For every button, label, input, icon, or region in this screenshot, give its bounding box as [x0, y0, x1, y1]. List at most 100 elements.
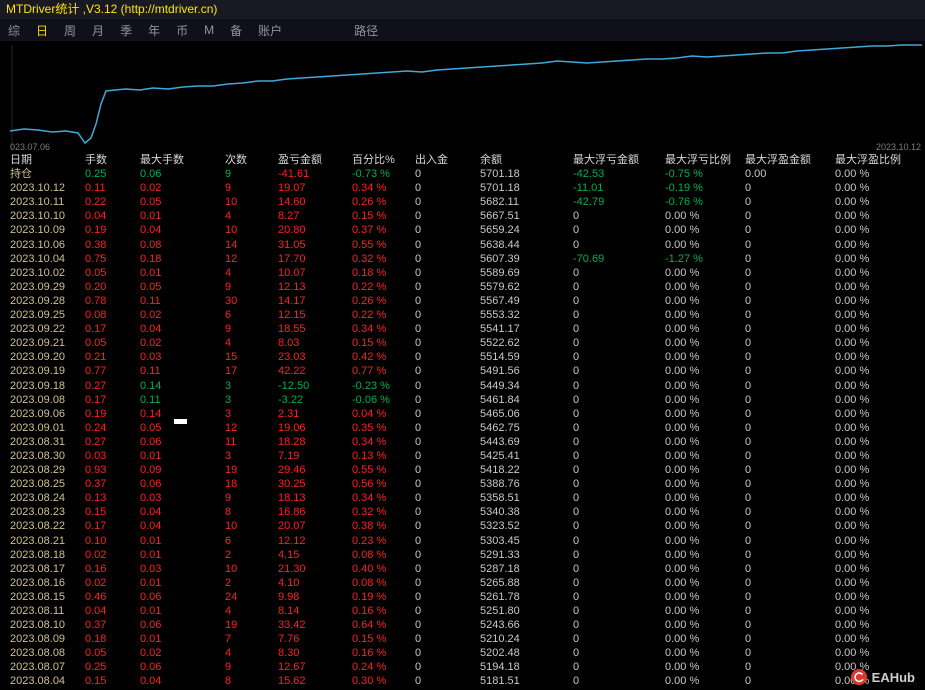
table-cell: 0.00	[745, 168, 767, 181]
table-cell: 0	[745, 633, 752, 646]
table-row[interactable]: 2023.10.06 0.38 0.08 14 31.05 0.55 % 0 5638.44 0…	[0, 238, 925, 252]
table-row[interactable]: 2023.10.02 0.05 0.01 4 10.07 0.18 % 0 5589.69 0 0…	[0, 266, 925, 280]
table-cell: 0	[745, 421, 752, 434]
table-row[interactable]: 2023.08.30 0.03 0.01 3 7.19 0.13 % 0 5425.41 0 0.…	[0, 449, 925, 463]
table-cell: 0	[415, 534, 422, 547]
table-row[interactable]: 2023.08.21 0.10 0.01 6 12.12 0.23 % 0 5303.45 0 0…	[0, 534, 925, 548]
menu-item-week[interactable]: 周	[56, 22, 84, 39]
table-cell: 12.13	[278, 280, 306, 293]
table-row[interactable]: 2023.09.18 0.27 0.14 3 -12.50 -0.23 % 0 5449.34…	[0, 379, 925, 393]
menu-item-currency[interactable]: 币	[168, 22, 196, 39]
menu-item-year[interactable]: 年	[140, 22, 168, 39]
table-cell: 0.34 %	[352, 182, 387, 195]
table-cell: 10	[225, 520, 238, 533]
table-cell: 0	[745, 337, 752, 350]
table-cell: -1.27 %	[665, 252, 703, 265]
table-cell: 0.34 %	[352, 435, 387, 448]
menu-item-day[interactable]: 日	[28, 22, 56, 39]
table-row[interactable]: 2023.09.19 0.77 0.11 17 42.22 0.77 % 0 5491.56 0…	[0, 364, 925, 378]
table-row[interactable]: 2023.09.29 0.20 0.05 9 12.13 0.22 % 0 5579.62 0 0…	[0, 280, 925, 294]
table-row[interactable]: 2023.08.08 0.05 0.02 4 8.30 0.16 % 0 5202.48 0 0.…	[0, 646, 925, 660]
table-row[interactable]: 2023.09.25 0.08 0.02 6 12.15 0.22 % 0 5553.32 0 0…	[0, 308, 925, 322]
table-row[interactable]: 2023.10.04 0.75 0.18 12 17.70 0.32 % 0 5607.39 -…	[0, 252, 925, 266]
table-row[interactable]: 2023.09.22 0.17 0.04 9 18.55 0.34 % 0 5541.17 0 0…	[0, 322, 925, 336]
menu-item-m[interactable]: M	[196, 23, 222, 37]
table-row[interactable]: 2023.08.17 0.16 0.03 10 21.30 0.40 % 0 5287.18 0…	[0, 562, 925, 576]
table-row[interactable]: 2023.08.11 0.04 0.01 4 8.14 0.16 % 0 5251.80 0 0.…	[0, 604, 925, 618]
table-cell: 0.16	[85, 562, 107, 575]
table-row[interactable]: 2023.08.07 0.25 0.06 9 12.67 0.24 % 0 5194.18 0 0…	[0, 660, 925, 674]
table-row[interactable]: 2023.08.29 0.93 0.09 19 29.46 0.55 % 0 5418.22 0…	[0, 463, 925, 477]
table-cell: 2023.09.06	[10, 407, 66, 420]
table-row[interactable]: 2023.08.15 0.46 0.06 24 9.98 0.19 % 0 5261.78 0 0…	[0, 590, 925, 604]
table-row[interactable]: 2023.09.06 0.19 0.14 3 2.31 0.04 % 0 5465.06 0 0.…	[0, 407, 925, 421]
table-cell: 0.15 %	[352, 337, 387, 350]
window-title: MTDriver统计 ,V3.12 (http://mtdriver.cn)	[6, 2, 218, 16]
menu-item-account[interactable]: 账户	[250, 22, 290, 39]
table-row[interactable]: 2023.09.01 0.24 0.05 12 19.06 0.35 % 0 5462.75 0…	[0, 421, 925, 435]
table-row[interactable]: 持仓 0.25 0.06 9 -41.61 -0.73 % 0 5701.18 -42.53 -0…	[0, 167, 925, 181]
table-cell: 0	[573, 337, 580, 350]
table-cell: 0	[415, 407, 422, 420]
table-cell: 0.11	[140, 393, 161, 406]
table-row[interactable]: 2023.08.09 0.18 0.01 7 7.76 0.15 % 0 5210.24 0 0.…	[0, 632, 925, 646]
table-row[interactable]: 2023.08.04 0.15 0.04 8 15.62 0.30 % 0 5181.51 0 0…	[0, 674, 925, 688]
table-cell: 20.07	[278, 520, 306, 533]
table-cell: 33.42	[278, 619, 306, 632]
table-row[interactable]: 2023.09.20 0.21 0.03 15 23.03 0.42 % 0 5514.59 0…	[0, 350, 925, 364]
table-row[interactable]: 2023.08.25 0.37 0.06 18 30.25 0.56 % 0 5388.76 0…	[0, 477, 925, 491]
table-cell: 0.22	[85, 196, 107, 209]
table-cell: 0	[745, 393, 752, 406]
table-cell: 0	[415, 506, 422, 519]
table-cell: 0.16 %	[352, 605, 387, 617]
table-row[interactable]: 2023.10.10 0.04 0.01 4 8.27 0.15 % 0 5667.51 0 0.…	[0, 209, 925, 223]
table-row[interactable]: 2023.10.11 0.22 0.05 10 14.60 0.26 % 0 5682.11 -…	[0, 195, 925, 209]
table-row[interactable]: 2023.08.22 0.17 0.04 10 20.07 0.38 % 0 5323.52 0…	[0, 519, 925, 533]
table-row[interactable]: 2023.10.09 0.19 0.04 10 20.80 0.37 % 0 5659.24 0…	[0, 223, 925, 237]
column-header: 最大手数	[140, 154, 184, 166]
table-cell: 2023.09.01	[10, 421, 66, 434]
table-cell: 0.04	[140, 675, 162, 688]
table-row[interactable]: 2023.09.28 0.78 0.11 30 14.17 0.26 % 0 5567.49 0…	[0, 294, 925, 308]
table-cell: 0.00 %	[665, 351, 700, 364]
table-row[interactable]: 2023.09.21 0.05 0.02 4 8.03 0.15 % 0 5522.62 0 0.…	[0, 336, 925, 350]
table-cell: 2023.09.19	[10, 365, 66, 378]
equity-chart: 023.07.06 2023.10.12	[0, 41, 925, 153]
table-cell: 0.05	[85, 647, 107, 660]
table-cell: 5210.24	[480, 633, 520, 646]
table-cell: 0.15 %	[352, 633, 387, 646]
table-row[interactable]: 2023.08.18 0.02 0.01 2 4.15 0.08 % 0 5291.33 0 0.…	[0, 548, 925, 562]
table-cell: 2023.09.29	[10, 280, 66, 293]
menu-item-summary[interactable]: 综	[0, 22, 28, 39]
table-cell: 2023.09.21	[10, 337, 66, 350]
menu-item-path[interactable]: 路径	[346, 22, 386, 39]
table-cell: 0	[415, 337, 422, 350]
table-cell: 0	[745, 266, 752, 279]
table-cell: 8.14	[278, 605, 300, 617]
table-cell: 0.15	[85, 675, 107, 688]
table-cell: 19	[225, 464, 238, 477]
table-cell: 4	[225, 210, 232, 223]
table-cell: 0.04	[85, 210, 107, 223]
menu-item-month[interactable]: 月	[84, 22, 112, 39]
table-cell: 0	[415, 365, 422, 378]
table-row[interactable]: 2023.08.16 0.02 0.01 2 4.10 0.08 % 0 5265.88 0 0.…	[0, 576, 925, 590]
table-cell: 0.19 %	[352, 590, 387, 603]
menu-item-quarter[interactable]: 季	[112, 22, 140, 39]
table-row[interactable]: 2023.09.08 0.17 0.11 3 -3.22 -0.06 % 0 5461.84 0…	[0, 393, 925, 407]
table-row[interactable]: 2023.10.12 0.11 0.02 9 19.07 0.34 % 0 5701.18 -1…	[0, 181, 925, 195]
table-cell: 0	[573, 675, 580, 688]
table-row[interactable]: 2023.08.24 0.13 0.03 9 18.13 0.34 % 0 5358.51 0 0…	[0, 491, 925, 505]
table-cell: 5465.06	[480, 407, 520, 420]
table-row[interactable]: 2023.08.23 0.15 0.04 8 16.86 0.32 % 0 5340.38 0 0…	[0, 505, 925, 519]
table-cell: 0	[573, 492, 580, 505]
column-header: 百分比%	[352, 154, 395, 166]
table-cell: 3	[225, 379, 232, 392]
table-cell: 0.93	[85, 464, 107, 477]
table-cell: -41.61	[278, 168, 310, 181]
menu-item-backup[interactable]: 备	[222, 22, 250, 39]
table-cell: 0.00 %	[835, 576, 870, 589]
table-row[interactable]: 2023.08.31 0.27 0.06 11 18.28 0.34 % 0 5443.69 0…	[0, 435, 925, 449]
table-row[interactable]: 2023.08.10 0.37 0.06 19 33.42 0.64 % 0 5243.66 0…	[0, 618, 925, 632]
table-cell: 0.00 %	[835, 210, 870, 223]
